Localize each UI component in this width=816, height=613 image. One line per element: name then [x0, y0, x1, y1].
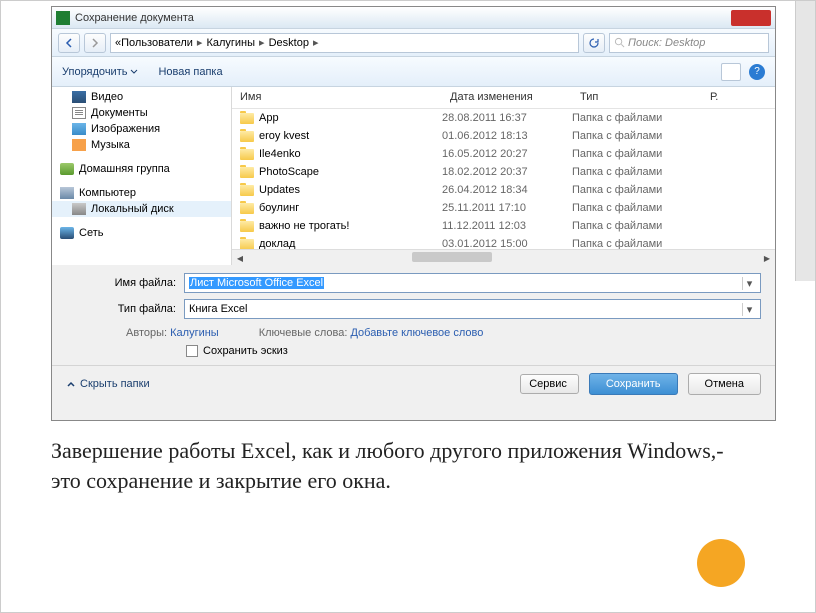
search-placeholder: Поиск: Desktop: [628, 37, 705, 49]
dialog-body: Видео Документы Изображения Музыка Домаш…: [52, 87, 775, 265]
save-button[interactable]: Сохранить: [589, 373, 678, 395]
file-row[interactable]: боулинг25.11.2011 17:10Папка с файлами: [232, 199, 775, 217]
chevron-down-icon: [130, 68, 138, 76]
keywords-label: Ключевые слова:: [259, 327, 348, 339]
picture-icon: [72, 123, 86, 135]
scroll-right-icon[interactable]: ▶: [759, 250, 775, 265]
sidebar-item-music[interactable]: Музыка: [52, 137, 231, 153]
col-name[interactable]: Имя: [232, 87, 442, 108]
breadcrumb-part[interactable]: Калугины: [206, 37, 255, 49]
folder-icon: [240, 221, 254, 232]
save-thumbnail-label: Сохранить эскиз: [203, 345, 288, 357]
sidebar-item-local-disk[interactable]: Локальный диск: [52, 201, 231, 217]
file-list-area: Имя Дата изменения Тип Р. App28.08.2011 …: [232, 87, 775, 265]
file-list[interactable]: App28.08.2011 16:37Папка с файлами eroy …: [232, 109, 775, 249]
tools-button[interactable]: Сервис: [520, 374, 579, 394]
breadcrumb-part[interactable]: Пользователи: [121, 37, 193, 49]
video-icon: [72, 91, 86, 103]
checkbox-icon[interactable]: [186, 345, 198, 357]
new-folder-button[interactable]: Новая папка: [158, 66, 222, 78]
titlebar: Сохранение документа: [52, 7, 775, 29]
folder-icon: [240, 167, 254, 178]
slide: Сохранение документа « Пользователи ▸ Ка…: [0, 0, 816, 613]
dialog-footer: Скрыть папки Сервис Сохранить Отмена: [52, 365, 775, 401]
chevron-right-icon: ▸: [197, 36, 203, 49]
help-icon[interactable]: ?: [749, 64, 765, 80]
folder-icon: [240, 113, 254, 124]
sidebar-item-video[interactable]: Видео: [52, 89, 231, 105]
toolbar: Упорядочить Новая папка ?: [52, 57, 775, 87]
sidebar-item-network[interactable]: Сеть: [52, 225, 231, 241]
col-type[interactable]: Тип: [572, 87, 702, 108]
slide-caption: Завершение работы Excel, как и любого др…: [51, 436, 751, 495]
decorative-edge: [795, 1, 815, 281]
folder-icon: [240, 185, 254, 196]
file-row[interactable]: Ile4enko16.05.2012 20:27Папка с файлами: [232, 145, 775, 163]
homegroup-icon: [60, 163, 74, 175]
window-title: Сохранение документа: [75, 12, 194, 24]
breadcrumb-part[interactable]: Desktop: [269, 37, 309, 49]
organize-button[interactable]: Упорядочить: [62, 66, 138, 78]
keywords-value[interactable]: Добавьте ключевое слово: [350, 327, 483, 339]
decorative-circle-icon: [697, 539, 745, 587]
authors-label: Авторы:: [126, 327, 167, 339]
authors-value[interactable]: Калугины: [170, 327, 219, 339]
sidebar-item-pictures[interactable]: Изображения: [52, 121, 231, 137]
network-icon: [60, 227, 74, 239]
scroll-left-icon[interactable]: ◀: [232, 250, 248, 265]
save-dialog: Сохранение документа « Пользователи ▸ Ка…: [51, 6, 776, 421]
chevron-right-icon: ▸: [259, 36, 265, 49]
refresh-button[interactable]: [583, 33, 605, 53]
file-row[interactable]: eroy kvest01.06.2012 18:13Папка с файлам…: [232, 127, 775, 145]
view-button[interactable]: [721, 63, 741, 81]
filetype-label: Тип файла:: [66, 303, 176, 315]
search-icon: [614, 37, 625, 48]
breadcrumb[interactable]: « Пользователи ▸ Калугины ▸ Desktop ▸: [110, 33, 579, 53]
disk-icon: [72, 203, 86, 215]
file-row[interactable]: важно не трогать!11.12.2011 12:03Папка с…: [232, 217, 775, 235]
form-area: Имя файла: Лист Microsoft Office Excel ▾…: [52, 265, 775, 365]
chevron-right-icon: ▸: [313, 36, 319, 49]
filename-label: Имя файла:: [66, 277, 176, 289]
column-headers[interactable]: Имя Дата изменения Тип Р.: [232, 87, 775, 109]
chevron-down-icon[interactable]: ▾: [742, 303, 756, 316]
chevron-down-icon[interactable]: ▾: [742, 277, 756, 290]
folder-icon: [240, 149, 254, 160]
computer-icon: [60, 187, 74, 199]
cancel-button[interactable]: Отмена: [688, 373, 761, 395]
filename-value: Лист Microsoft Office Excel: [189, 277, 324, 289]
back-button[interactable]: [58, 33, 80, 53]
nav-bar: « Пользователи ▸ Калугины ▸ Desktop ▸ По…: [52, 29, 775, 57]
chevron-up-icon: [66, 379, 76, 389]
filename-input[interactable]: Лист Microsoft Office Excel ▾: [184, 273, 761, 293]
file-row[interactable]: Updates26.04.2012 18:34Папка с файлами: [232, 181, 775, 199]
hide-folders-button[interactable]: Скрыть папки: [66, 378, 150, 390]
filetype-select[interactable]: Книга Excel ▾: [184, 299, 761, 319]
scroll-thumb[interactable]: [412, 252, 492, 262]
horizontal-scrollbar[interactable]: ◀ ▶: [232, 249, 775, 265]
col-date[interactable]: Дата изменения: [442, 87, 572, 108]
save-thumbnail-row[interactable]: Сохранить эскиз: [66, 341, 761, 361]
file-row[interactable]: доклад03.01.2012 15:00Папка с файлами: [232, 235, 775, 249]
forward-button[interactable]: [84, 33, 106, 53]
close-icon[interactable]: [731, 10, 771, 26]
sidebar-item-documents[interactable]: Документы: [52, 105, 231, 121]
file-row[interactable]: App28.08.2011 16:37Папка с файлами: [232, 109, 775, 127]
filetype-value: Книга Excel: [189, 303, 247, 315]
sidebar-item-computer[interactable]: Компьютер: [52, 185, 231, 201]
folder-icon: [240, 131, 254, 142]
search-input[interactable]: Поиск: Desktop: [609, 33, 769, 53]
document-icon: [72, 107, 86, 119]
metadata-row: Авторы: Калугины Ключевые слова: Добавьт…: [66, 325, 761, 341]
col-size[interactable]: Р.: [702, 87, 775, 108]
folder-icon: [240, 203, 254, 214]
music-icon: [72, 139, 86, 151]
sidebar-tree[interactable]: Видео Документы Изображения Музыка Домаш…: [52, 87, 232, 265]
sidebar-item-homegroup[interactable]: Домашняя группа: [52, 161, 231, 177]
file-row[interactable]: PhotoScape18.02.2012 20:37Папка с файлам…: [232, 163, 775, 181]
folder-icon: [240, 239, 254, 250]
excel-icon: [56, 11, 70, 25]
